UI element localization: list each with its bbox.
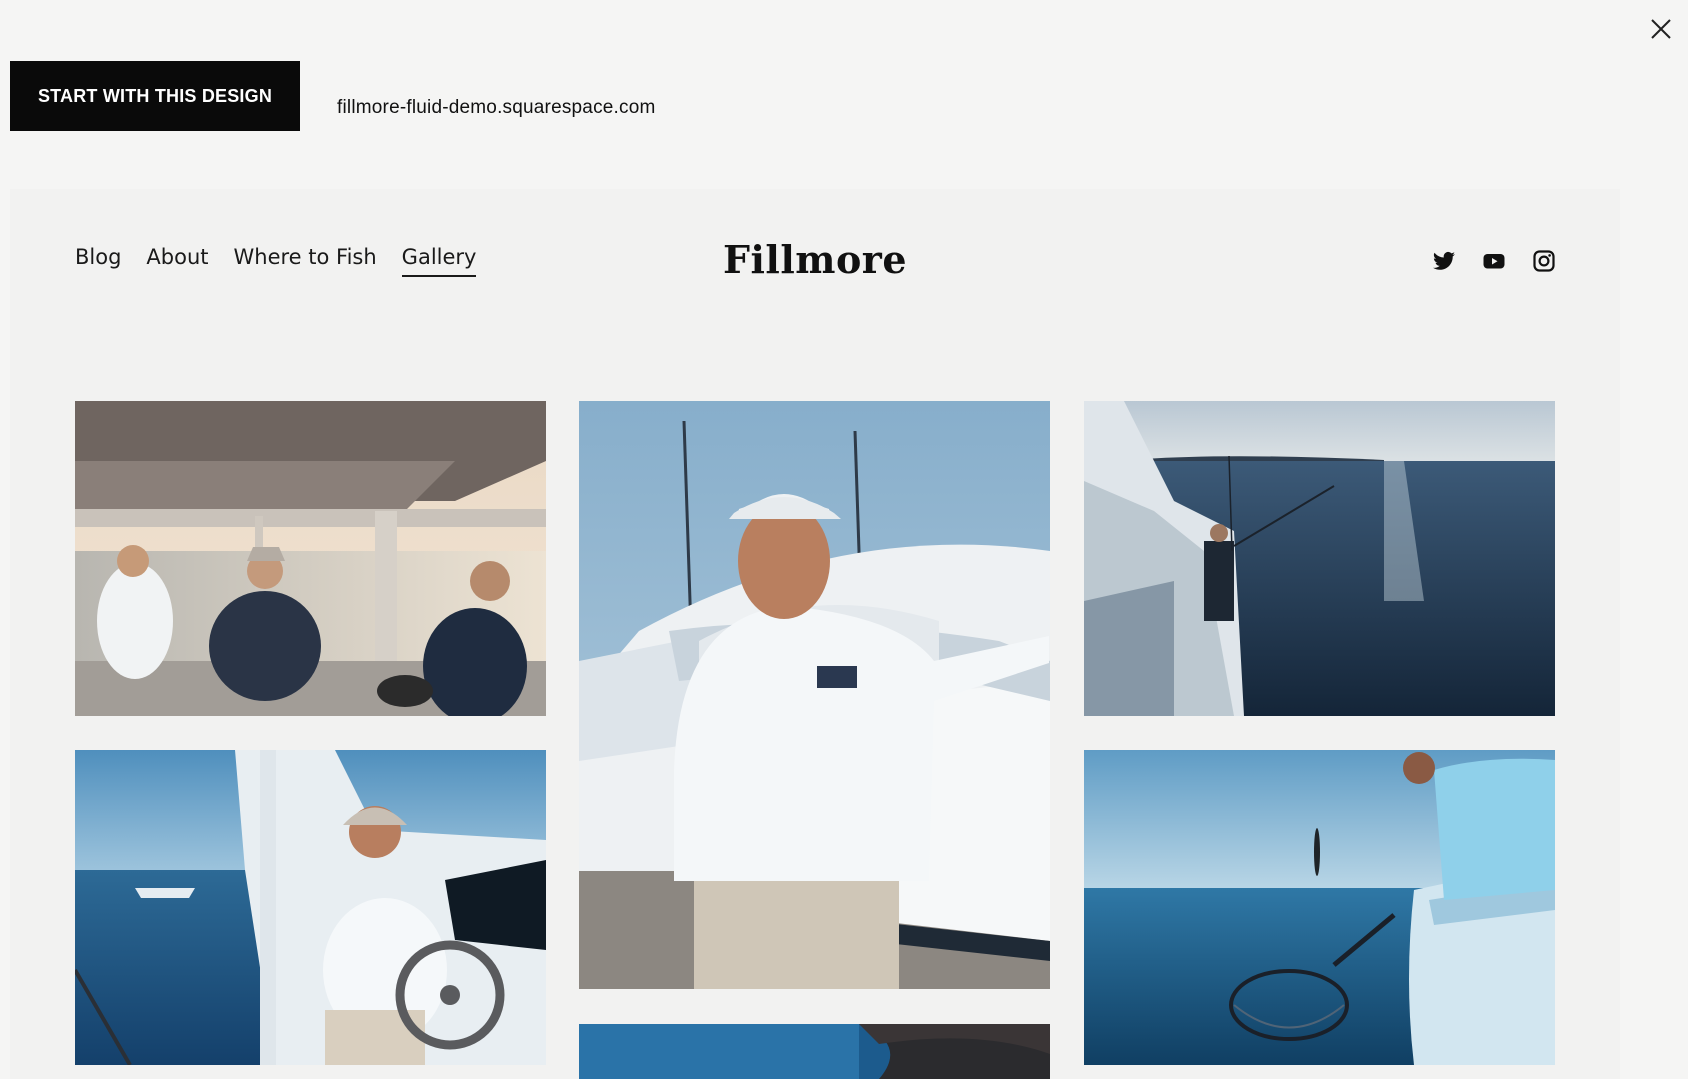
photo-netting-fish — [1084, 750, 1555, 1065]
gallery-image[interactable] — [1084, 750, 1555, 1065]
close-icon[interactable] — [1644, 12, 1678, 46]
photo-cropped-ocean — [579, 1024, 1050, 1079]
gallery-image[interactable] — [75, 750, 546, 1065]
photo-angler-casting — [1084, 401, 1555, 716]
photo-men-on-boat — [75, 401, 546, 716]
twitter-icon[interactable] — [1432, 249, 1456, 273]
nav-item-gallery[interactable]: Gallery — [401, 245, 477, 277]
nav-item-about[interactable]: About — [146, 245, 208, 277]
gallery-image[interactable] — [75, 401, 546, 716]
start-with-this-design-button[interactable]: START WITH THIS DESIGN — [10, 61, 300, 131]
site-preview: Blog About Where to Fish Gallery Fillmor… — [10, 189, 1620, 1079]
social-links — [1432, 249, 1556, 273]
gallery-image[interactable] — [579, 401, 1050, 989]
gallery-image[interactable] — [1084, 401, 1555, 716]
site-nav: Blog About Where to Fish Gallery — [75, 245, 477, 277]
photo-captain-at-helm — [75, 750, 546, 1065]
gallery-image[interactable] — [579, 1024, 1050, 1079]
site-url: fillmore-fluid-demo.squarespace.com — [337, 97, 656, 118]
nav-item-blog[interactable]: Blog — [75, 245, 121, 277]
instagram-icon[interactable] — [1532, 249, 1556, 273]
nav-item-where-to-fish[interactable]: Where to Fish — [234, 245, 377, 277]
photo-captain-portrait — [579, 401, 1050, 989]
youtube-icon[interactable] — [1482, 249, 1506, 273]
